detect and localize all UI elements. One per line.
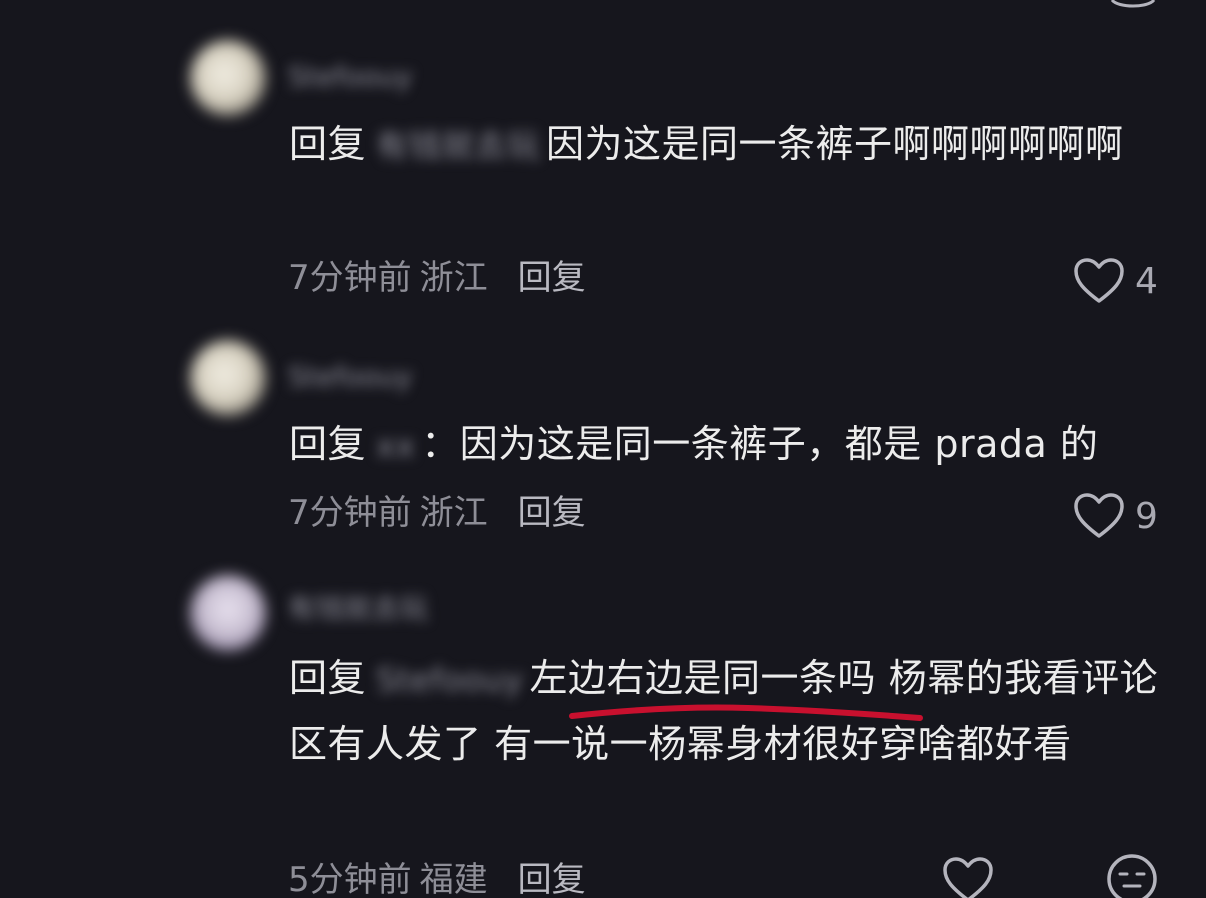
like-count: 9 [1135,495,1158,537]
reply-prefix: 回复 [289,422,367,466]
timestamp: 7分钟前 [288,258,412,298]
timestamp: 5分钟前 [288,860,412,898]
neutral-face-icon[interactable] [1104,852,1160,898]
neutral-face-icon-partial[interactable] [1108,0,1158,10]
heart-outline-icon [943,857,993,898]
comment-body: ：因为这是同一条裤子，都是 prada 的 [421,422,1099,466]
reply-prefix: 回复 [289,656,367,700]
comment-text: 回复 xx ：因为这是同一条裤子，都是 prada 的 [289,412,1179,478]
comment-text: 回复 有钱就去玩 因为这是同一条裤子啊啊啊啊啊啊 [289,112,1179,178]
comment-body: 因为这是同一条裤子啊啊啊啊啊啊 [546,122,1124,166]
like-button[interactable]: 4 [1073,257,1158,305]
username[interactable]: 有钱就去玩 [288,590,428,628]
username[interactable]: Stefoouy [288,58,412,96]
username[interactable]: Stefoouy [288,358,412,396]
heart-outline-icon [1074,493,1124,538]
reply-button[interactable]: 回复 [518,493,586,533]
like-count: 4 [1135,260,1158,302]
location: 浙江 [419,493,488,533]
reply-button[interactable]: 回复 [518,258,586,298]
reply-prefix: 回复 [289,122,367,166]
mention-username[interactable]: Stefoouy [370,648,530,712]
comment-meta: 7分钟前 浙江 回复 [288,258,586,298]
reply-button[interactable]: 回复 [518,860,586,898]
comment-meta: 5分钟前 福建 回复 [288,860,586,898]
location: 浙江 [419,258,488,298]
comment-meta: 7分钟前 浙江 回复 [288,493,586,533]
like-button[interactable]: 9 [1073,492,1158,540]
mention-username[interactable]: 有钱就去玩 [370,114,546,178]
underlined-text: 左边右边是同一条吗 [529,656,877,700]
red-underline-annotation [569,704,923,721]
avatar[interactable] [190,40,266,116]
location: 福建 [419,860,488,898]
heart-outline-icon [1074,258,1124,303]
like-button[interactable] [942,856,994,898]
avatar[interactable] [190,340,266,416]
timestamp: 7分钟前 [288,493,412,533]
avatar[interactable] [190,575,266,651]
mention-username[interactable]: xx [370,414,421,478]
